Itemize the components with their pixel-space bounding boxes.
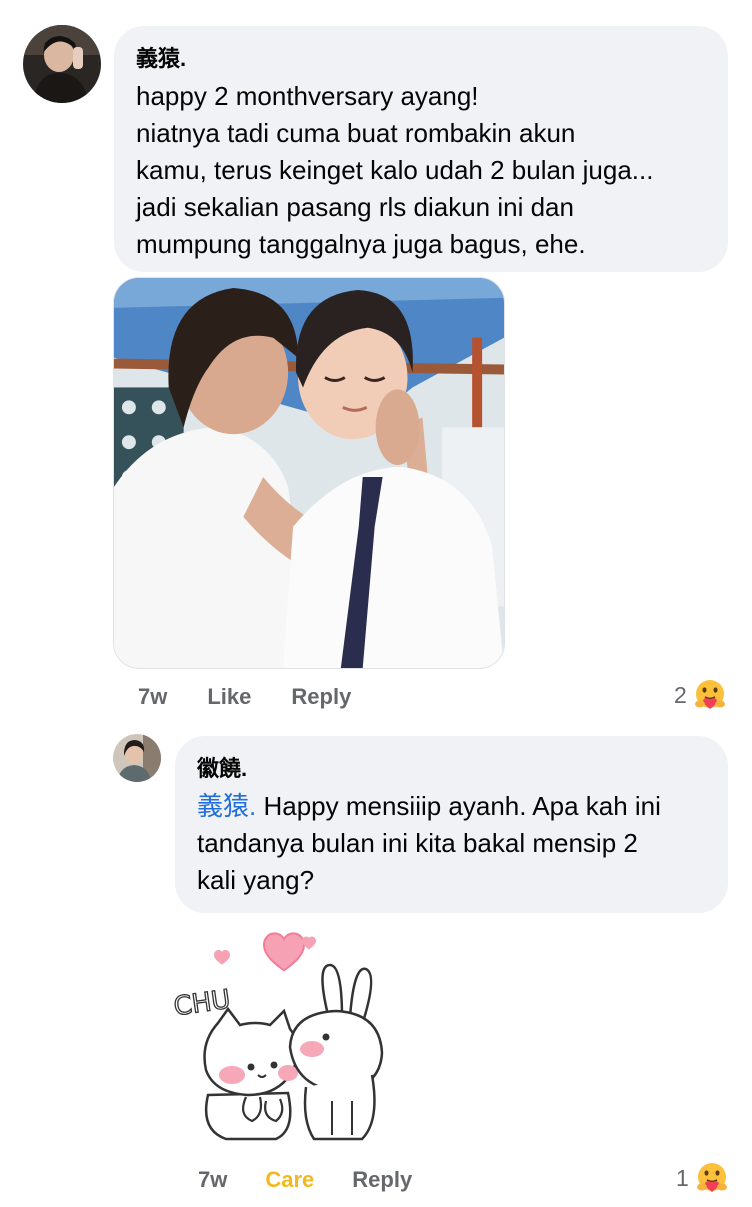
reply-line-1-text: Happy mensiiip ayanh. Apa kah ini: [256, 791, 661, 821]
comment-timestamp[interactable]: 7w: [138, 684, 167, 710]
reply-reactions[interactable]: 1: [676, 1160, 729, 1196]
reply-line-2: tandanya bulan ini kita bakal mensip 2: [197, 828, 638, 858]
commenter-avatar[interactable]: [23, 25, 101, 103]
comment-bubble: 義猿. happy 2 monthversary ayang! niatnya …: [114, 26, 728, 272]
comment-line-5: mumpung tanggalnya juga bagus, ehe.: [136, 229, 586, 259]
care-emoji-icon: [695, 1161, 729, 1195]
comment-line-4: jadi sekalian pasang rls diakun ini dan: [136, 192, 574, 222]
comment-photo[interactable]: [113, 277, 505, 669]
chu-sticker[interactable]: CHU: [166, 925, 408, 1157]
reply-line-3: kali yang?: [197, 865, 315, 895]
comment-line-2: niatnya tadi cuma buat rombakin akun: [136, 118, 576, 148]
comment-line-1: happy 2 monthversary ayang!: [136, 81, 479, 111]
care-emoji-icon: [693, 678, 727, 712]
comment-line-3: kamu, terus keinget kalo udah 2 bulan ju…: [136, 155, 654, 185]
reply-avatar[interactable]: [113, 734, 161, 782]
reply-bubble: 徽饒. 義猿. Happy mensiiip ayanh. Apa kah in…: [175, 736, 728, 913]
reply-button[interactable]: Reply: [291, 684, 351, 710]
reply-line-1: 義猿. Happy mensiiip ayanh. Apa kah ini: [197, 788, 706, 825]
reply-reaction-count: 1: [676, 1164, 689, 1191]
like-button[interactable]: Like: [207, 684, 251, 710]
big-heart-icon: [262, 932, 306, 972]
reply-actions: 7w Care Reply: [198, 1166, 412, 1194]
mention-link[interactable]: 義猿.: [197, 791, 256, 821]
reply-reply-button[interactable]: Reply: [352, 1167, 412, 1193]
reaction-count: 2: [674, 681, 687, 708]
comment-reactions[interactable]: 2: [674, 677, 727, 713]
reply-timestamp[interactable]: 7w: [198, 1167, 227, 1193]
comment-author[interactable]: 義猿.: [136, 44, 706, 74]
reply-author[interactable]: 徽饒.: [197, 754, 706, 784]
care-button[interactable]: Care: [265, 1167, 314, 1193]
comment-actions: 7w Like Reply: [138, 683, 351, 711]
